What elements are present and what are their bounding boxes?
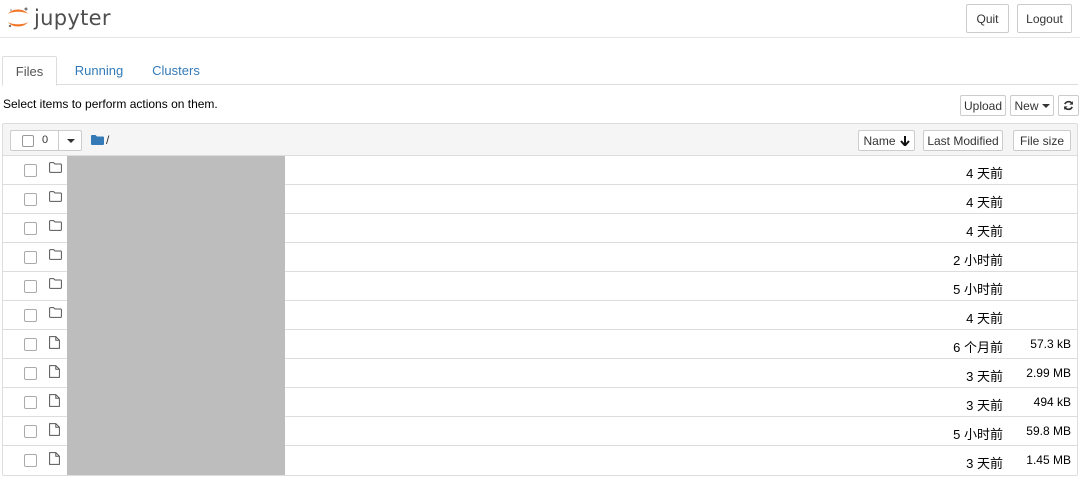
arrow-down-icon (899, 135, 910, 146)
item-name-redacted[interactable] (67, 330, 285, 359)
file-icon (49, 365, 60, 381)
new-dropdown-button[interactable]: New (1010, 95, 1054, 116)
file-listing: 0 / Name Last Modified File size 4 天前 4 天… (2, 123, 1078, 476)
list-item[interactable]: 4 天前 (3, 156, 1077, 185)
last-modified: 4 天前 (966, 224, 1003, 239)
list-item[interactable]: 3 天前 1.45 MB (3, 446, 1077, 475)
row-checkbox[interactable] (24, 251, 37, 264)
refresh-button[interactable] (1058, 95, 1079, 116)
last-modified: 3 天前 (966, 456, 1003, 471)
new-label: New (1014, 98, 1039, 113)
item-name-redacted[interactable] (67, 185, 285, 214)
row-checkbox[interactable] (24, 280, 37, 293)
sort-by-last-modified-button[interactable]: Last Modified (923, 130, 1003, 151)
select-all-checkbox[interactable] (22, 135, 34, 147)
item-name-redacted[interactable] (67, 214, 285, 243)
item-name-redacted[interactable] (67, 417, 285, 446)
item-name-redacted[interactable] (67, 243, 285, 272)
folder-icon (49, 162, 62, 176)
select-all-dropdown[interactable]: 0 (10, 130, 82, 151)
last-modified: 4 天前 (966, 166, 1003, 181)
file-icon (49, 336, 60, 352)
last-modified: 4 天前 (966, 195, 1003, 210)
last-modified: 2 小时前 (953, 253, 1003, 268)
quit-button[interactable]: Quit (966, 4, 1009, 33)
file-size: 57.3 kB (1030, 337, 1071, 351)
list-header: 0 / Name Last Modified File size (3, 124, 1077, 156)
breadcrumb[interactable]: / (91, 133, 109, 147)
file-size: 494 kB (1033, 395, 1071, 409)
folder-icon (49, 220, 62, 234)
row-checkbox[interactable] (24, 454, 37, 467)
refresh-icon (1064, 100, 1073, 111)
list-item[interactable]: 6 个月前 57.3 kB (3, 330, 1077, 359)
upload-button[interactable]: Upload (960, 95, 1006, 116)
list-item[interactable]: 4 天前 (3, 185, 1077, 214)
folder-icon (49, 278, 62, 292)
chevron-down-icon (1041, 103, 1050, 108)
jupyter-logo[interactable]: jupyter (6, 4, 111, 32)
logo-text: jupyter (34, 6, 111, 30)
row-checkbox[interactable] (24, 425, 37, 438)
list-item[interactable]: 5 小时前 (3, 272, 1077, 301)
item-name-redacted[interactable] (67, 301, 285, 330)
breadcrumb-path[interactable]: / (106, 133, 109, 147)
header: jupyter Quit Logout (0, 0, 1080, 38)
list-item[interactable]: 3 天前 494 kB (3, 388, 1077, 417)
list-item[interactable]: 5 小时前 59.8 MB (3, 417, 1077, 446)
tab-files[interactable]: Files (2, 56, 57, 86)
row-checkbox[interactable] (24, 309, 37, 322)
row-checkbox[interactable] (24, 164, 37, 177)
selection-info: Select items to perform actions on them. (3, 97, 218, 111)
sort-by-name-button[interactable]: Name (858, 130, 915, 151)
row-checkbox[interactable] (24, 367, 37, 380)
row-checkbox[interactable] (24, 338, 37, 351)
last-modified: 3 天前 (966, 398, 1003, 413)
logout-button[interactable]: Logout (1017, 4, 1072, 33)
last-modified: 6 个月前 (953, 340, 1003, 355)
file-icon (49, 423, 60, 439)
item-name-redacted[interactable] (67, 446, 285, 475)
file-size: 59.8 MB (1026, 424, 1071, 438)
jupyter-logo-icon (8, 7, 28, 28)
item-name-redacted[interactable] (67, 359, 285, 388)
last-modified: 5 小时前 (953, 282, 1003, 297)
chevron-down-icon[interactable] (67, 139, 75, 143)
folder-icon (49, 249, 62, 263)
row-checkbox[interactable] (24, 222, 37, 235)
file-size: 1.45 MB (1026, 453, 1071, 467)
tab-running[interactable]: Running (64, 56, 134, 85)
list-item[interactable]: 4 天前 (3, 214, 1077, 243)
item-name-redacted[interactable] (67, 156, 285, 185)
list-item[interactable]: 4 天前 (3, 301, 1077, 330)
item-name-redacted[interactable] (67, 272, 285, 301)
tab-bar: Files Running Clusters (2, 56, 1078, 86)
item-name-redacted[interactable] (67, 388, 285, 417)
last-modified: 3 天前 (966, 369, 1003, 384)
folder-icon (91, 135, 104, 145)
sort-by-file-size-button[interactable]: File size (1013, 130, 1071, 151)
tab-clusters[interactable]: Clusters (142, 56, 210, 85)
divider (58, 131, 59, 150)
file-icon (49, 452, 60, 468)
list-item[interactable]: 2 小时前 (3, 243, 1077, 272)
folder-icon (49, 307, 62, 321)
selected-count: 0 (42, 134, 49, 146)
file-icon (49, 394, 60, 410)
name-sort-label: Name (863, 133, 896, 148)
row-checkbox[interactable] (24, 193, 37, 206)
last-modified: 5 小时前 (953, 427, 1003, 442)
folder-icon (49, 191, 62, 205)
file-size: 2.99 MB (1026, 366, 1071, 380)
row-checkbox[interactable] (24, 396, 37, 409)
last-modified: 4 天前 (966, 311, 1003, 326)
list-item[interactable]: 3 天前 2.99 MB (3, 359, 1077, 388)
